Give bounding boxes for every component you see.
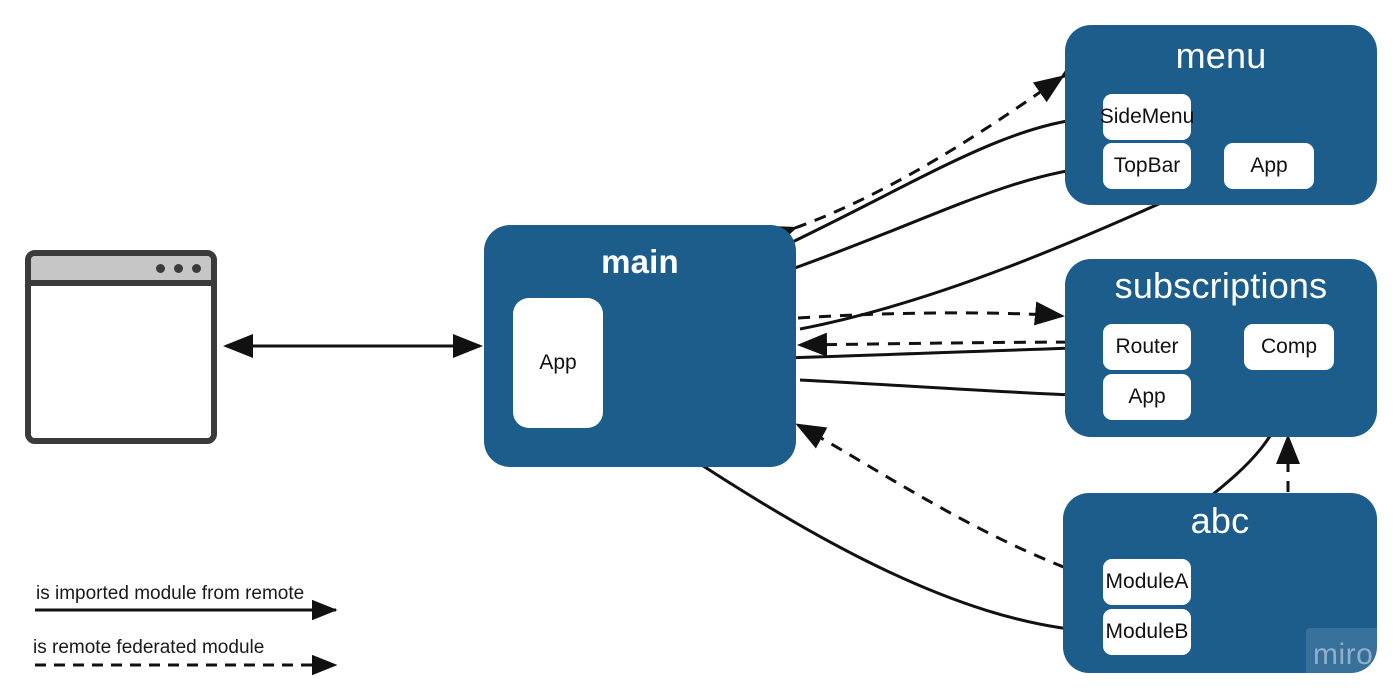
diagram-canvas: main App menu SideMenu TopBar App subscr… <box>0 0 1400 699</box>
node-menu-app-label: App <box>1250 154 1288 177</box>
browser-titlebar <box>31 256 211 286</box>
panel-subscriptions-title: subscriptions <box>1114 265 1328 306</box>
edge-menu-main-dashed <box>765 51 1092 249</box>
edge-modulea-main-dashed <box>795 423 1105 584</box>
node-abc-modulea-label: ModuleA <box>1105 570 1189 593</box>
panel-main-title: main <box>601 243 679 280</box>
panel-menu-title: menu <box>1175 35 1267 76</box>
window-dot-icon <box>156 263 165 273</box>
node-menu-topbar-label: TopBar <box>1113 154 1181 177</box>
window-dot-icon <box>174 263 183 273</box>
node-menu-sidemenu[interactable]: SideMenu <box>1100 94 1194 140</box>
miro-watermark: miro <box>1313 638 1374 671</box>
node-subscriptions-router[interactable]: Router <box>1103 324 1191 370</box>
legend-federated-label: is remote federated module <box>33 637 265 658</box>
edge-main-subscriptions-dashed <box>797 301 1065 326</box>
node-abc-moduleb-label: ModuleB <box>1105 620 1189 643</box>
node-menu-app[interactable]: App <box>1224 143 1314 189</box>
edge-subscriptions-main-dashed <box>797 332 1111 357</box>
browser-viewport <box>31 286 211 438</box>
legend-imported-label: is imported module from remote <box>36 583 305 604</box>
node-abc-modulea[interactable]: ModuleA <box>1103 559 1191 605</box>
node-menu-sidemenu-label: SideMenu <box>1099 105 1195 128</box>
node-main-app-label: App <box>539 351 577 374</box>
node-main-app[interactable]: App <box>513 298 603 428</box>
edge-main-menu-dashed <box>794 75 1065 230</box>
node-subscriptions-comp-label: Comp <box>1260 335 1318 358</box>
window-dot-icon <box>192 263 201 273</box>
node-abc-moduleb[interactable]: ModuleB <box>1103 609 1191 655</box>
browser-window <box>25 250 217 444</box>
node-subscriptions-app-label: App <box>1128 385 1166 408</box>
panel-abc-title: abc <box>1190 500 1250 541</box>
node-menu-topbar[interactable]: TopBar <box>1103 143 1191 189</box>
edge-mainapp-subscriptionsapp <box>799 378 1101 408</box>
node-subscriptions-app[interactable]: App <box>1103 374 1191 420</box>
node-subscriptions-comp[interactable]: Comp <box>1244 324 1334 370</box>
node-subscriptions-router-label: Router <box>1115 335 1179 358</box>
